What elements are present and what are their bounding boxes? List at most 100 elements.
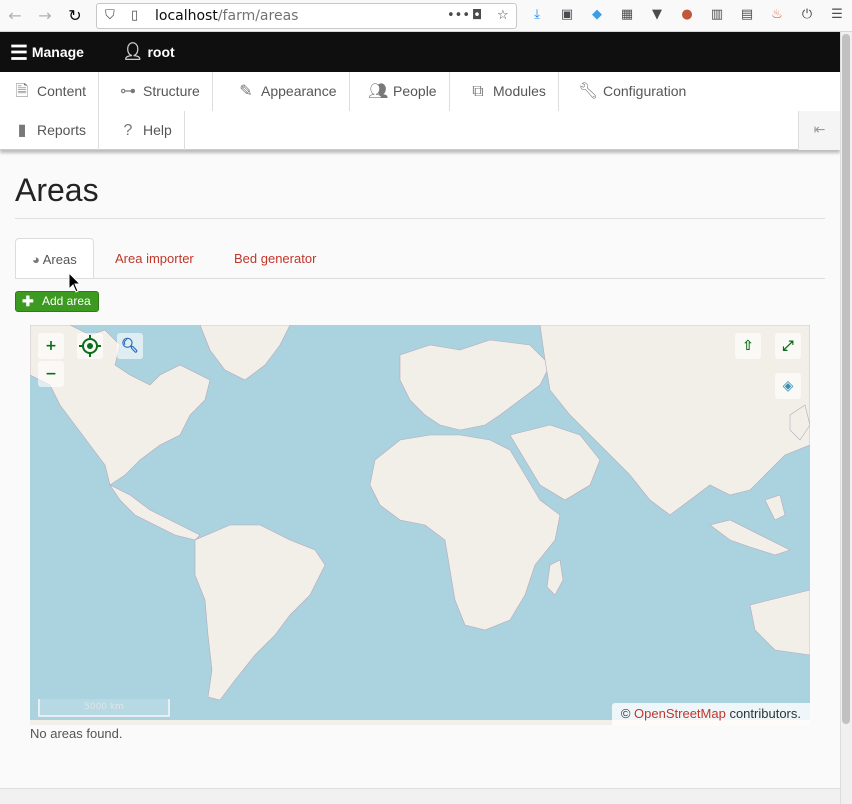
back-icon[interactable]: ←	[4, 5, 26, 27]
shield-icon[interactable]: ⛉	[105, 8, 115, 23]
tray-item-label: Reports	[37, 122, 87, 138]
reader-icon[interactable]: ▤	[738, 6, 756, 24]
user-label: root	[147, 44, 175, 60]
fullscreen-button[interactable]: ⤢	[775, 333, 801, 359]
url-host: localhost	[155, 8, 218, 24]
hamburger-icon: ☰	[10, 42, 28, 65]
extension-icon[interactable]: ▼	[648, 6, 666, 24]
attribution-suffix: contributors.	[729, 706, 801, 721]
forward-icon[interactable]: →	[34, 5, 56, 27]
url-path: /farm/areas	[217, 8, 299, 24]
tray-item-structure[interactable]: ⊶ Structure	[106, 72, 213, 111]
search-icon: 🔍︎	[121, 338, 139, 354]
user-button[interactable]: 👤︎ root	[122, 32, 175, 72]
plus-icon: ✚	[22, 293, 34, 309]
expand-icon: ⤢	[782, 338, 794, 354]
people-icon: 👥︎	[368, 83, 389, 100]
tabs-divider	[15, 278, 825, 279]
add-area-button[interactable]: ✚ Add area	[15, 291, 99, 312]
extension-icon[interactable]: ◆	[588, 6, 606, 24]
layers-icon: ◈	[782, 378, 794, 394]
map-tiles[interactable]	[30, 325, 810, 725]
tab-label: Bed generator	[234, 251, 317, 266]
tray-item-content[interactable]: 🗎 Content	[0, 72, 100, 111]
tab-bed-generator[interactable]: Bed generator	[218, 238, 332, 279]
zoom-in-label: +	[45, 338, 57, 354]
empty-message: No areas found.	[30, 726, 123, 741]
tray-item-configuration[interactable]: 🔧︎ Configuration	[566, 72, 698, 111]
layer-switcher-button[interactable]: ◈	[775, 373, 801, 399]
tray-item-label: Appearance	[261, 83, 337, 99]
manage-label: Manage	[31, 44, 84, 60]
copyright-symbol: ©	[620, 706, 631, 721]
toolbar-tray: 🗎 Content ⊶ Structure ✎ Appearance 👥︎ Pe…	[0, 72, 840, 150]
central-america-land	[109, 484, 201, 541]
recenter-button[interactable]: ⇧	[735, 333, 761, 359]
tray-item-reports[interactable]: ▮ Reports	[0, 111, 100, 150]
tray-item-label: Structure	[143, 83, 200, 99]
tray-item-label: Help	[143, 122, 172, 138]
europe-land	[399, 339, 551, 431]
geolocate-button[interactable]	[77, 333, 103, 359]
sitemap-icon: ⊶	[120, 83, 136, 100]
file-icon: 🗎	[15, 83, 29, 100]
extension-icon[interactable]: ▣	[558, 6, 576, 24]
tray-item-label: Modules	[493, 83, 546, 99]
qr-icon[interactable]: ▦	[618, 6, 636, 24]
page-icon: ▯	[131, 8, 139, 23]
download-icon[interactable]: ⤓	[528, 6, 546, 24]
indonesia-land	[709, 519, 791, 556]
map[interactable]: + − 🔍︎ ⇧ ⤢ ◈ 5000 km © OpenStreetMap con…	[30, 325, 810, 725]
crosshair-icon	[79, 335, 101, 357]
collapse-icon: ⇤	[813, 122, 826, 138]
greenland-land	[199, 325, 291, 381]
tray-item-label: Content	[37, 83, 87, 99]
tab-label: Area importer	[115, 251, 194, 266]
url-text[interactable]: localhost/farm/areas	[155, 8, 298, 24]
bar-chart-icon: ▮	[17, 122, 27, 139]
map-attribution: © OpenStreetMap contributors.	[611, 703, 810, 725]
madagascar-land	[546, 559, 564, 596]
zoom-out-label: −	[45, 366, 57, 382]
star-icon[interactable]: ☆	[497, 8, 509, 23]
openstreetmap-link[interactable]: OpenStreetMap	[634, 706, 726, 721]
more-icon[interactable]: •••	[447, 8, 470, 23]
tray-item-label: People	[393, 83, 437, 99]
reload-icon[interactable]: ↻	[64, 5, 86, 27]
url-bar[interactable]: ⛉ ▯ localhost/farm/areas ••• ◘ ☆	[96, 3, 517, 29]
tab-area-importer[interactable]: Area importer	[99, 238, 210, 279]
admin-toolbar: ☰ Manage 👤︎ root	[0, 32, 840, 72]
brush-icon: ✎	[239, 83, 253, 100]
tray-item-label: Configuration	[603, 83, 687, 99]
page-title: Areas	[15, 172, 99, 208]
library-icon[interactable]: ▥	[708, 6, 726, 24]
menu-icon[interactable]: ☰	[828, 6, 846, 24]
philippines-land	[764, 494, 786, 521]
divider	[15, 218, 825, 219]
help-icon: ?	[123, 122, 133, 139]
browser-toolbar: ← → ↻ ⛉ ▯ localhost/farm/areas ••• ◘ ☆ ⤓…	[0, 0, 852, 32]
globe-icon: ◕	[32, 252, 40, 267]
cookie-icon[interactable]: ●	[678, 6, 696, 24]
manage-button[interactable]: ☰ Manage	[10, 32, 84, 72]
tray-item-appearance[interactable]: ✎ Appearance	[224, 72, 350, 111]
tray-item-modules[interactable]: ⧉ Modules	[456, 72, 559, 111]
power-icon[interactable]: ⏻	[798, 6, 816, 24]
search-button[interactable]: 🔍︎	[117, 333, 143, 359]
scale-label: 5000 km	[84, 702, 124, 712]
pocket-icon[interactable]: ◘	[472, 8, 482, 23]
arrow-up-icon: ⇧	[742, 338, 754, 354]
tab-label: Areas	[42, 252, 77, 267]
zoom-out-button[interactable]: −	[38, 361, 64, 387]
tray-item-help[interactable]: ? Help	[106, 111, 185, 150]
tray-item-people[interactable]: 👥︎ People	[356, 72, 450, 111]
zoom-in-button[interactable]: +	[38, 333, 64, 359]
wrench-icon: 🔧︎	[578, 83, 599, 100]
page-footer-edge	[0, 788, 840, 804]
collapse-tray-button[interactable]: ⇤	[798, 111, 840, 150]
scrollbar-thumb[interactable]	[842, 34, 850, 724]
extension-icon[interactable]: ♨	[768, 6, 786, 24]
scale-line: 5000 km	[38, 699, 170, 717]
add-area-label: Add area	[42, 294, 91, 308]
puzzle-icon: ⧉	[472, 83, 484, 100]
